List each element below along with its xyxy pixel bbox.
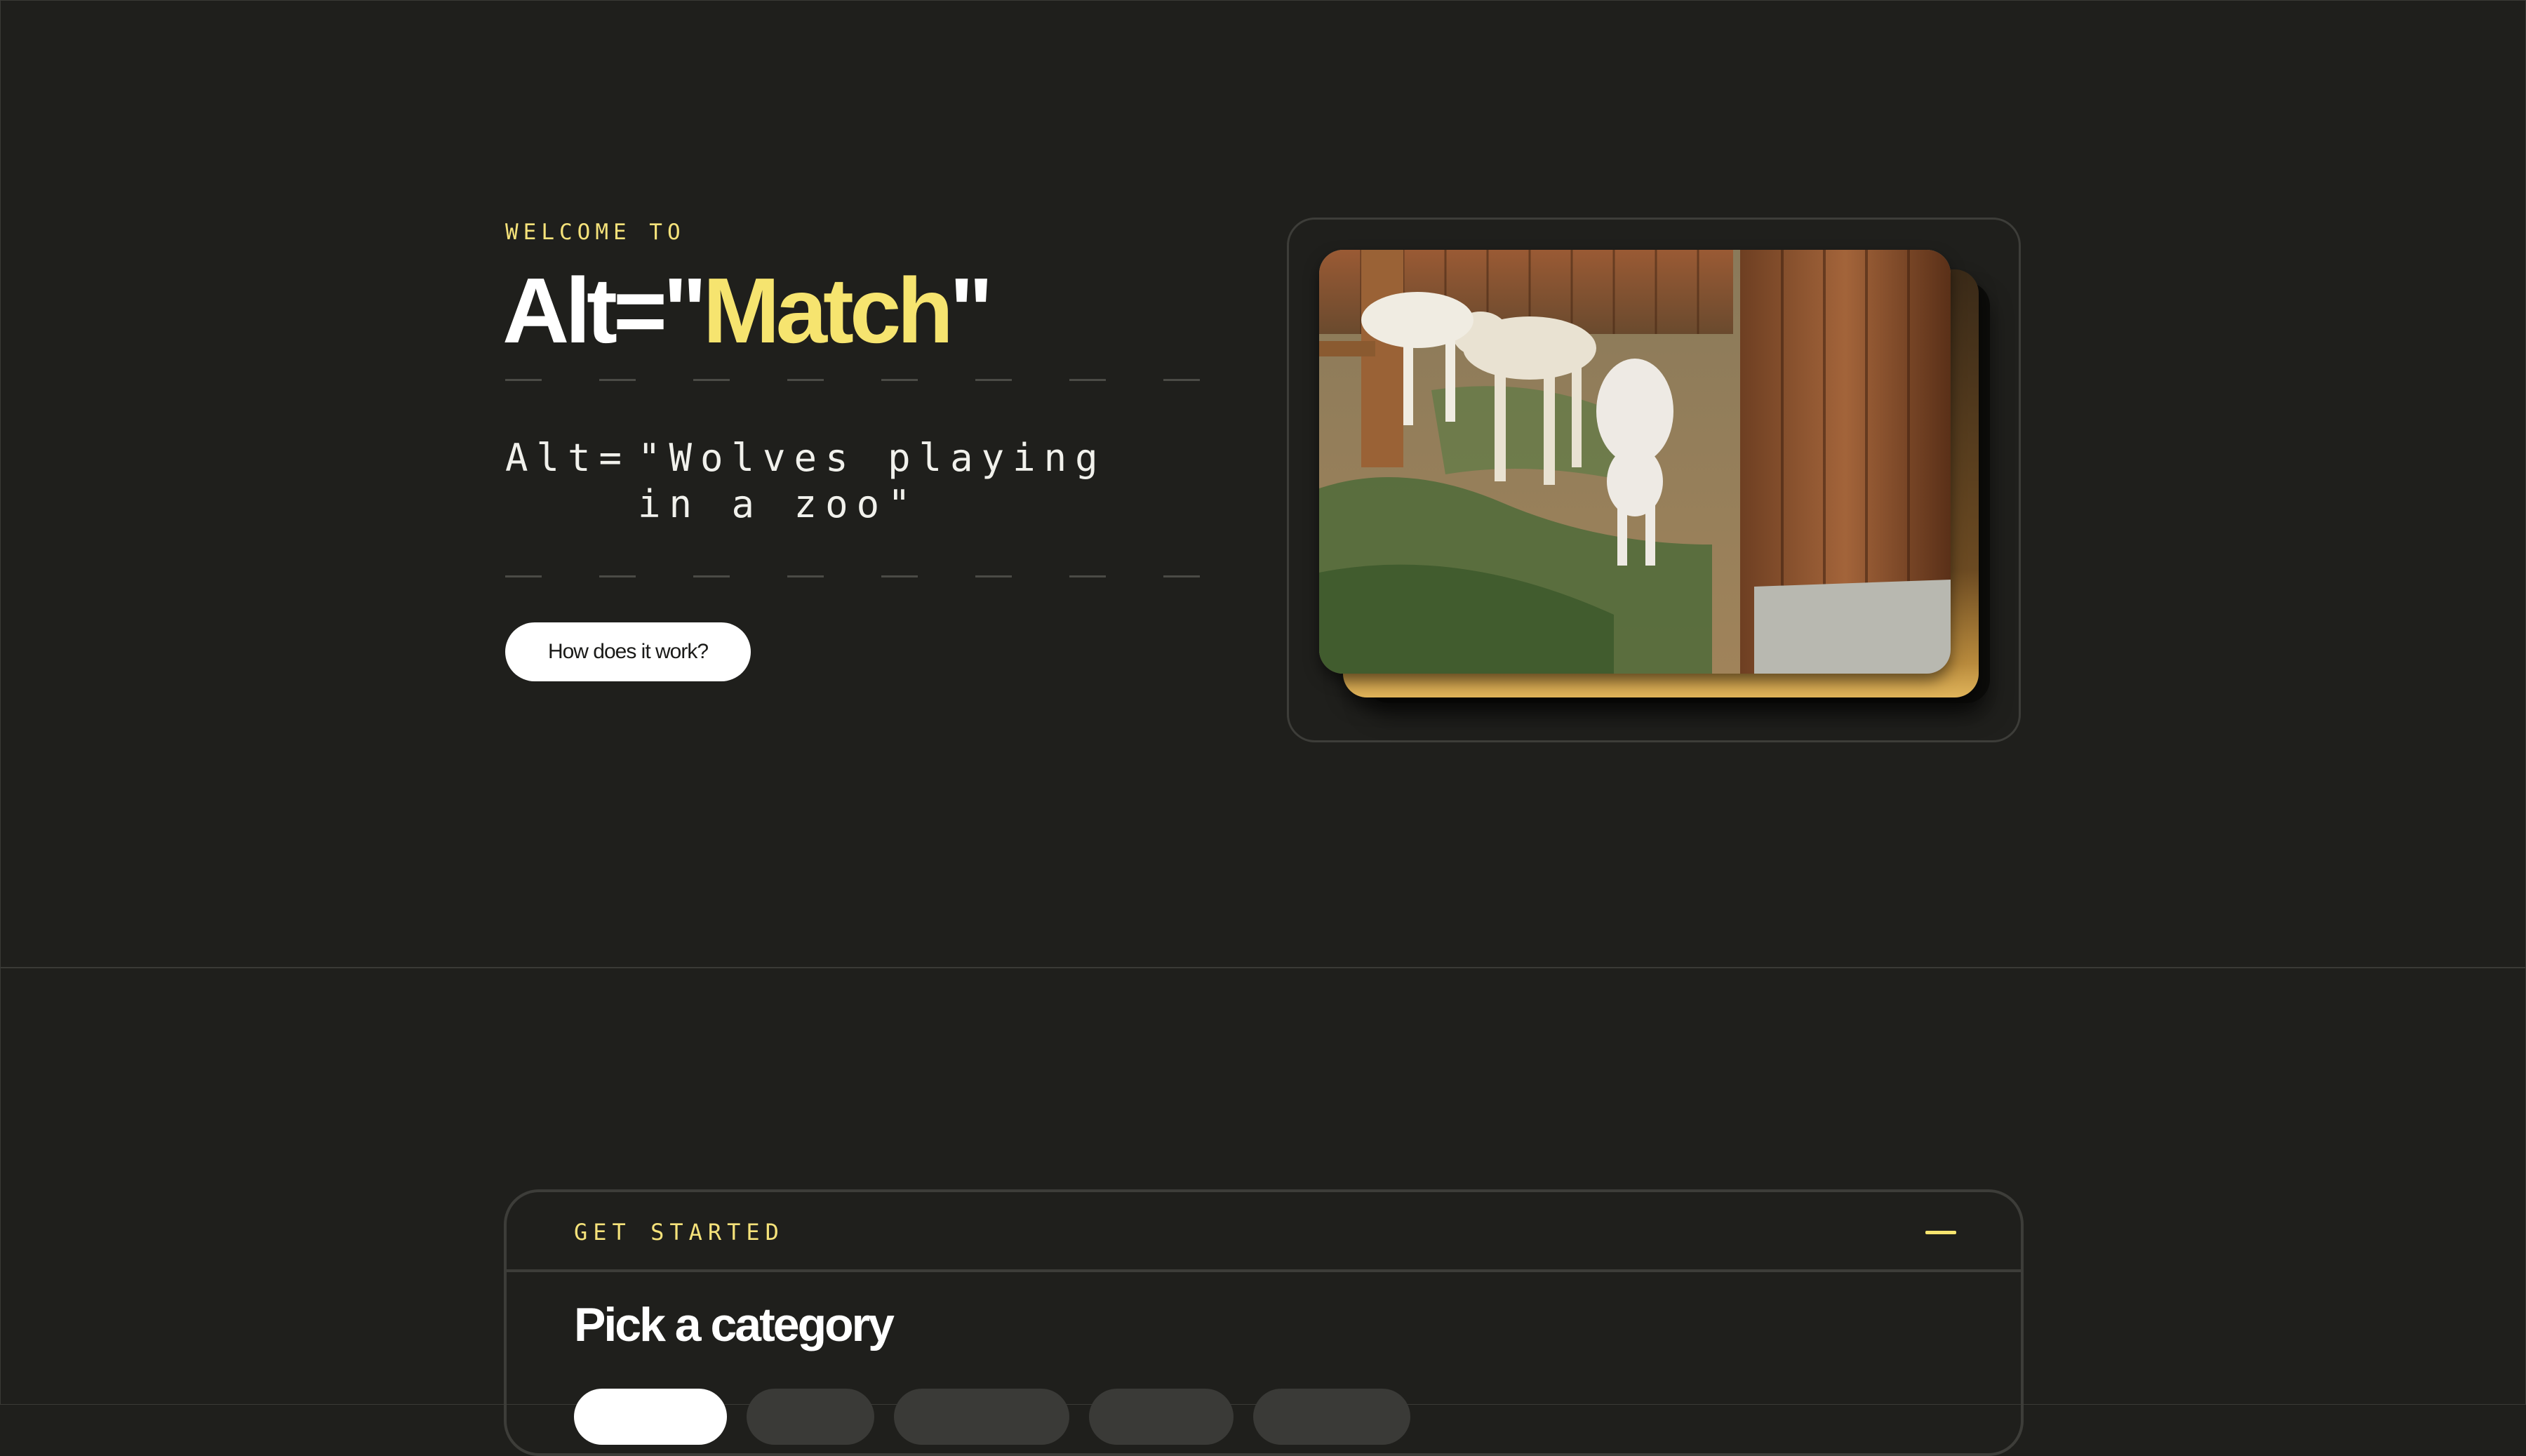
- minus-icon: [1925, 1231, 1956, 1234]
- category-pill[interactable]: [574, 1389, 727, 1445]
- collapse-button[interactable]: [1918, 1216, 1960, 1250]
- eyebrow-label: WELCOME TO: [505, 220, 686, 245]
- category-pill[interactable]: [894, 1389, 1069, 1445]
- title-prefix: Alt=": [502, 259, 707, 362]
- page-title: Alt="Match": [502, 258, 994, 363]
- hero-section: WELCOME TO Alt="Match" Alt= "Wolves play…: [0, 0, 2526, 967]
- category-pill[interactable]: [1253, 1389, 1410, 1445]
- section-title: Pick a category: [574, 1298, 895, 1351]
- alt-text-value: "Wolves playing in a zoo": [638, 436, 1107, 526]
- category-pill[interactable]: [747, 1389, 874, 1445]
- wolves-photo-image: [1319, 250, 1951, 674]
- category-pill[interactable]: [1089, 1389, 1234, 1445]
- title-suffix: ": [949, 259, 994, 362]
- dashed-divider-bottom: [505, 575, 1203, 577]
- title-accent: Match: [702, 259, 954, 362]
- wolves-photo: [1319, 250, 1951, 674]
- panel-header: GET STARTED: [507, 1192, 2021, 1272]
- get-started-panel: GET STARTED Pick a category: [504, 1189, 2024, 1456]
- section-divider: [0, 967, 2526, 968]
- dashed-divider-top: [505, 379, 1203, 381]
- panel-label: GET STARTED: [574, 1219, 784, 1245]
- image-card-stack: [1319, 250, 1993, 713]
- how-it-works-button[interactable]: How does it work?: [505, 622, 751, 681]
- alt-prefix: Alt=: [505, 436, 631, 480]
